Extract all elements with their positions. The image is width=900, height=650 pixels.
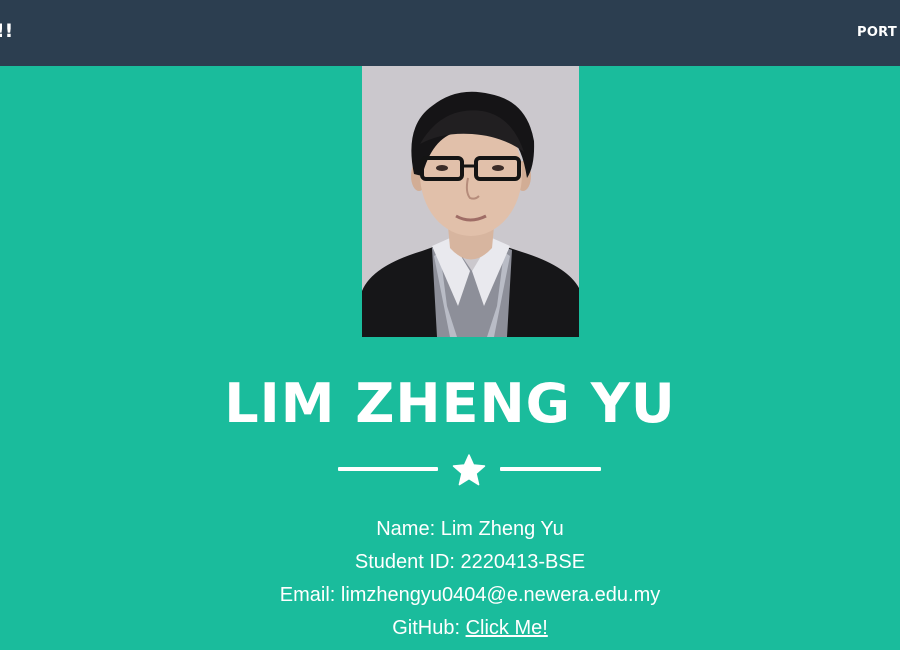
divider-line-left: [338, 467, 438, 471]
info-email-value: limzhengyu0404@e.newera.edu.my: [340, 584, 661, 606]
info-student-id-row: Student ID: 2220413-BSE: [0, 551, 900, 574]
star-icon: [452, 454, 486, 486]
top-navbar: !! PORT: [0, 0, 900, 66]
info-github-row: GitHub: Click Me!: [0, 617, 900, 640]
navbar-brand[interactable]: !!: [0, 20, 13, 42]
info-name-value: Lim Zheng Yu: [440, 518, 564, 540]
info-email-label: Email:: [279, 584, 341, 606]
info-student-id-label: Student ID:: [354, 551, 461, 573]
info-github-label: GitHub:: [392, 617, 466, 639]
profile-photo: [362, 66, 579, 337]
info-name-row: Name: Lim Zheng Yu: [0, 518, 900, 541]
divider-line-right: [500, 467, 601, 471]
info-name-label: Name:: [376, 518, 441, 540]
profile-name-heading: LIM ZHENG YU: [224, 372, 676, 435]
info-student-id-value: 2220413-BSE: [460, 551, 586, 573]
info-email-row: Email: limzhengyu0404@e.newera.edu.my: [0, 584, 900, 607]
github-link[interactable]: Click Me!: [466, 617, 548, 639]
nav-link-portfolio[interactable]: PORT: [857, 25, 897, 40]
